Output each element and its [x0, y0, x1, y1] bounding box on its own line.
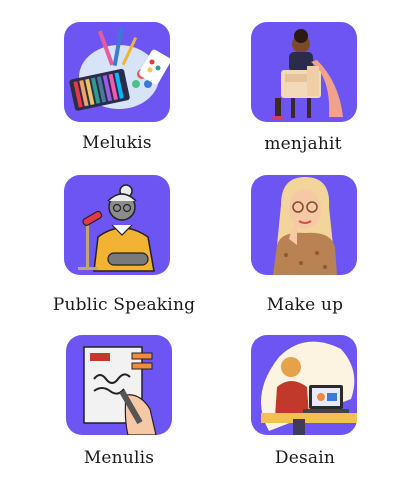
hobby-label: Public Speaking — [52, 295, 196, 315]
makeup-woman-icon — [251, 175, 357, 275]
hobby-label: Make up — [266, 295, 344, 315]
hobby-label: Desain — [274, 448, 336, 468]
design-laptop-icon — [251, 335, 357, 435]
public-speaking-icon — [64, 175, 170, 275]
sewing-machine-icon — [251, 22, 357, 122]
hobby-label: Menulis — [83, 448, 155, 468]
painting-palette-icon — [64, 22, 170, 122]
hobby-label: menjahit — [264, 134, 342, 154]
hobby-label: Melukis — [82, 133, 152, 153]
writing-icon — [66, 335, 172, 435]
